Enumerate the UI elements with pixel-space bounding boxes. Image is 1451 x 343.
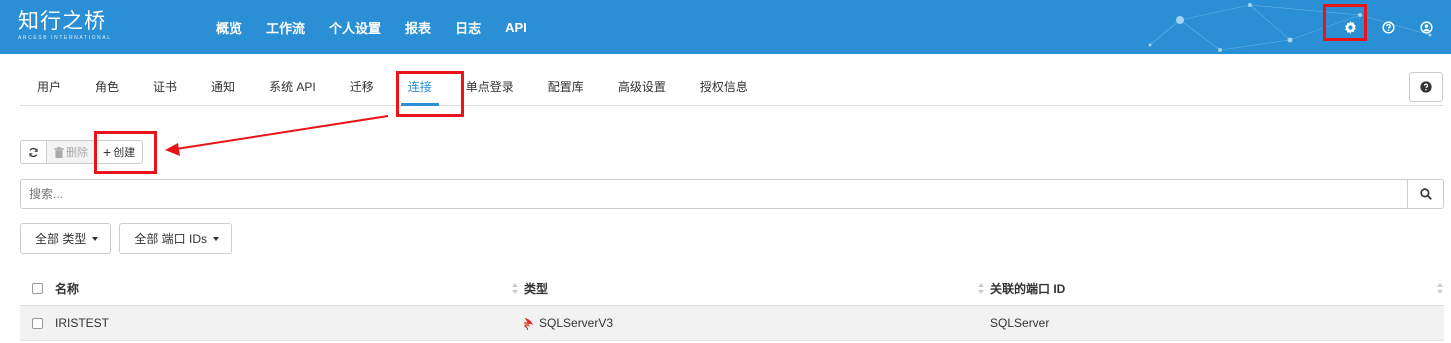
user-circle-icon xyxy=(1419,20,1433,34)
trash-icon xyxy=(54,146,64,158)
settings-tabs: 用户 角色 证书 通知 系统 API 迁移 连接 单点登录 配置库 高级设置 授… xyxy=(20,68,1443,106)
tab-users[interactable]: 用户 xyxy=(20,68,78,106)
cell-type-label: SQLServerV3 xyxy=(539,316,614,330)
column-header-name[interactable]: 名称 xyxy=(55,271,519,305)
port-filter-dropdown[interactable]: 全部 端口 IDs xyxy=(119,223,233,254)
refresh-button[interactable] xyxy=(20,140,47,164)
cell-port: SQLServer xyxy=(990,316,1050,330)
delete-button[interactable]: 删除 xyxy=(47,140,96,164)
create-button[interactable]: + 创建 xyxy=(96,140,144,164)
caret-down-icon xyxy=(92,236,99,241)
type-filter-label: 全部 类型 xyxy=(35,232,87,246)
sort-icon xyxy=(1437,283,1443,294)
tab-license[interactable]: 授权信息 xyxy=(683,68,765,106)
sql-server-icon xyxy=(523,317,534,330)
plus-icon: + xyxy=(103,144,112,160)
create-label: 创建 xyxy=(113,147,136,159)
refresh-icon xyxy=(29,147,38,157)
tab-certificates[interactable]: 证书 xyxy=(136,68,194,106)
brand-subtitle: ARCESB INTERNATIONAL xyxy=(18,35,112,41)
nav-logs[interactable]: 日志 xyxy=(443,18,493,37)
list-toolbar: 删除 + 创建 xyxy=(20,140,144,164)
help-button[interactable] xyxy=(1369,0,1407,54)
tab-advanced[interactable]: 高级设置 xyxy=(601,68,683,106)
table-row[interactable]: IRISTEST SQLServerV3 SQLServer xyxy=(20,306,1444,341)
tab-system-api[interactable]: 系统 API xyxy=(252,68,333,106)
tab-config-repo[interactable]: 配置库 xyxy=(531,68,601,106)
column-header-label: 名称 xyxy=(55,281,80,296)
top-icons xyxy=(1331,0,1451,54)
nav-personal-settings[interactable]: 个人设置 xyxy=(317,18,393,37)
tab-migration[interactable]: 迁移 xyxy=(333,68,391,106)
search-button[interactable] xyxy=(1407,180,1443,208)
caret-down-icon xyxy=(213,236,220,241)
select-all-cell xyxy=(20,271,55,305)
delete-label: 删除 xyxy=(66,147,88,159)
type-filter-dropdown[interactable]: 全部 类型 xyxy=(20,223,112,254)
main-nav: 概览 工作流 个人设置 报表 日志 API xyxy=(204,0,539,54)
column-header-label: 关联的端口 ID xyxy=(990,281,1066,296)
brand-name: 知行之桥 xyxy=(18,9,106,33)
question-circle-icon xyxy=(1420,81,1432,93)
nav-reports[interactable]: 报表 xyxy=(393,18,443,37)
search-input[interactable] xyxy=(21,180,1407,208)
column-header-port[interactable]: 关联的端口 ID xyxy=(985,271,1444,305)
question-circle-icon xyxy=(1381,20,1395,34)
row-select-cell xyxy=(20,306,55,340)
page-help-button[interactable] xyxy=(1409,72,1443,102)
tab-sso[interactable]: 单点登录 xyxy=(449,68,531,106)
search-bar xyxy=(20,179,1444,209)
top-bar: 知行之桥 ARCESB INTERNATIONAL 概览 工作流 个人设置 报表… xyxy=(0,0,1451,54)
tab-roles[interactable]: 角色 xyxy=(78,68,136,106)
cell-type: SQLServerV3 xyxy=(519,306,985,340)
user-button[interactable] xyxy=(1407,0,1445,54)
select-all-checkbox[interactable] xyxy=(32,282,43,294)
sort-icon xyxy=(512,283,518,294)
nav-overview[interactable]: 概览 xyxy=(204,18,254,37)
tab-notifications[interactable]: 通知 xyxy=(194,68,252,106)
table-header-row: 名称 类型 关联的端口 ID xyxy=(20,271,1444,306)
sort-icon xyxy=(978,283,984,294)
gear-icon xyxy=(1344,20,1356,34)
row-checkbox[interactable] xyxy=(32,317,43,329)
filters: 全部 类型 全部 端口 IDs xyxy=(20,223,233,254)
column-header-label: 类型 xyxy=(524,281,549,296)
cell-name: IRISTEST xyxy=(55,316,110,330)
connections-table: 名称 类型 关联的端口 ID IRISTEST SQLServerV3 SQLS… xyxy=(20,271,1444,341)
settings-button[interactable] xyxy=(1331,0,1369,54)
port-filter-label: 全部 端口 IDs xyxy=(134,232,208,246)
search-icon xyxy=(1419,188,1432,200)
tab-connections[interactable]: 连接 xyxy=(391,68,449,106)
nav-api[interactable]: API xyxy=(493,20,539,35)
column-header-type[interactable]: 类型 xyxy=(519,271,985,305)
nav-workflow[interactable]: 工作流 xyxy=(254,18,317,37)
brand-logo[interactable]: 知行之桥 ARCESB INTERNATIONAL xyxy=(18,8,112,42)
